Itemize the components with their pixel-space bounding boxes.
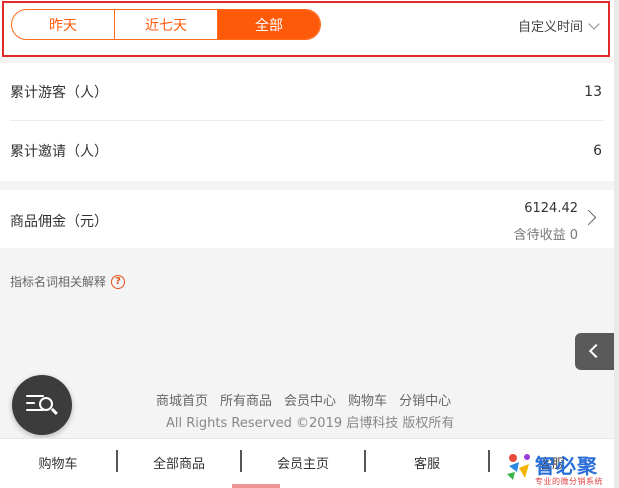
- invites-label: 累计邀请（人）: [10, 144, 108, 160]
- footer-link-distribution[interactable]: 分销中心: [399, 390, 451, 409]
- filter-highlight-box: [2, 1, 610, 57]
- list-search-icon-line: [26, 402, 35, 405]
- copyright-text: All Rights Reserved ©2019 启博科技 版权所有: [166, 416, 455, 431]
- side-collapse-button[interactable]: [575, 333, 615, 370]
- commission-amount: 6124.42: [524, 201, 578, 216]
- bottom-indicator: [232, 484, 280, 488]
- distribution-stats-page: 昨天 近七天 全部 自定义时间 累计游客（人） 13 累计邀请（人） 6 商品佣…: [0, 0, 619, 488]
- stat-row-invites: 累计邀请（人） 6: [10, 122, 604, 180]
- watermark-logo: 智必聚 专业的微分销系统: [505, 448, 617, 488]
- nav-all-products[interactable]: 全部商品: [118, 439, 240, 485]
- visitors-label: 累计游客（人）: [10, 84, 108, 101]
- explanation-label: 指标名词相关解释: [10, 275, 107, 289]
- metrics-explanation-link[interactable]: 指标名词相关解释 ?: [10, 273, 126, 290]
- chevron-right-icon: [580, 209, 597, 226]
- right-edge: [614, 0, 619, 488]
- commission-label: 商品佣金（元）: [10, 214, 108, 230]
- logo-mark-icon: [507, 454, 530, 480]
- invites-value: 6: [593, 143, 602, 159]
- watermark-subtitle: 专业的微分销系统: [535, 477, 603, 486]
- footer-link-cart[interactable]: 购物车: [348, 390, 387, 409]
- stats-card: 累计游客（人） 13 累计邀请（人） 6: [0, 63, 614, 181]
- footer-link-member-center[interactable]: 会员中心: [284, 390, 336, 409]
- magnifier-handle-icon: [51, 407, 58, 415]
- nav-member-home[interactable]: 会员主页: [242, 439, 364, 485]
- commission-row[interactable]: 商品佣金（元） 6124.42 含待收益 0: [0, 190, 614, 248]
- list-search-icon: [26, 395, 44, 398]
- nav-customer-service[interactable]: 客服: [366, 439, 488, 485]
- commission-pending: 含待收益 0: [513, 228, 578, 243]
- nav-cart[interactable]: 购物车: [0, 439, 116, 485]
- visitors-value: 13: [584, 83, 602, 100]
- watermark-title: 智必聚: [535, 454, 598, 478]
- stat-row-visitors: 累计游客（人） 13: [10, 63, 604, 121]
- footer-link-all-products[interactable]: 所有商品: [220, 390, 272, 409]
- help-icon: ?: [111, 274, 126, 289]
- footer-link-home[interactable]: 商城首页: [156, 390, 208, 409]
- footer-links: 商城首页 所有商品 会员中心 购物车 分销中心: [156, 390, 451, 409]
- floating-search-button[interactable]: [12, 375, 72, 435]
- chevron-left-icon: [588, 343, 604, 359]
